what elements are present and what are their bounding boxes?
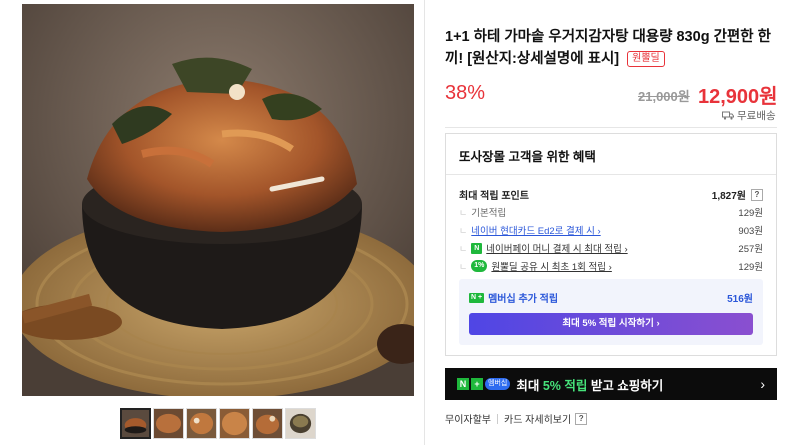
tree-branch-icon: ㄴ: [459, 261, 468, 272]
help-icon[interactable]: ?: [575, 412, 588, 425]
shipping-info: 무료배송: [722, 108, 776, 123]
product-title: 1+1 하테 가마솥 우거지감자탕 대용량 830g 간편한 한끼! [원산지:…: [445, 26, 775, 70]
tree-branch-icon: ㄴ: [459, 225, 468, 236]
discount-rate: 38%: [445, 82, 486, 104]
benefit-row-label[interactable]: 네이버 현대카드 Ed2로 결제 시 ›: [471, 223, 600, 237]
chevron-right-icon: ›: [760, 376, 765, 392]
benefit-row-label: 기본적립: [471, 208, 507, 219]
membership-start-button[interactable]: 최대 5% 적립 시작하기 ›: [469, 313, 753, 335]
thumbnail-3[interactable]: [186, 408, 217, 439]
thumbnail-2[interactable]: [153, 408, 184, 439]
benefit-row-label[interactable]: 원뿔딜 공유 시 최초 1회 적립 ›: [491, 259, 611, 273]
benefit-title: 또사장몰 고객을 위한 혜택: [459, 150, 596, 164]
benefit-box: 또사장몰 고객을 위한 혜택 최대 적립 포인트 1,827원 ? ㄴ 기본적립 …: [445, 133, 777, 356]
share-percent-icon: 1%: [471, 260, 488, 272]
benefit-row-value: 257원: [738, 244, 763, 255]
promo-text-suffix: 받고 쇼핑하기: [587, 378, 664, 393]
tree-branch-icon: ㄴ: [459, 243, 468, 254]
card-details-link[interactable]: 카드 자세히보기: [504, 411, 571, 426]
benefit-row-value: 903원: [738, 226, 763, 237]
origin-badge: 원뿔딜: [627, 51, 665, 67]
promo-text-prefix: 최대: [516, 378, 543, 393]
benefit-row-label[interactable]: 네이버페이 머니 결제 시 최대 적립 ›: [486, 241, 627, 255]
tree-branch-icon: ㄴ: [459, 207, 468, 218]
promo-text: 최대 5% 적립 받고 쇼핑하기: [516, 375, 760, 394]
benefit-row-npay[interactable]: ㄴ N 네이버페이 머니 결제 시 최대 적립 › 257원: [459, 241, 763, 255]
naver-plus-icon: N +: [469, 292, 485, 303]
max-points-label: 최대 적립 포인트: [459, 191, 529, 202]
benefit-row-value: 129원: [738, 262, 763, 273]
max-points-row: 최대 적립 포인트 1,827원 ?: [459, 187, 763, 202]
payment-links: 무이자할부 카드 자세히보기 ?: [445, 411, 588, 426]
benefit-row-card[interactable]: ㄴ 네이버 현대카드 Ed2로 결제 시 › 903원: [459, 223, 763, 238]
benefit-row-basic: ㄴ 기본적립 129원: [459, 205, 763, 220]
thumbnail-strip: [120, 408, 316, 439]
sale-price: 12,900원: [698, 86, 778, 108]
thumbnail-5[interactable]: [252, 408, 283, 439]
benefit-divider: [446, 174, 776, 175]
membership-badge: 멤버십: [485, 378, 511, 390]
membership-promo-banner[interactable]: N + 멤버십 최대 5% 적립 받고 쇼핑하기 ›: [445, 368, 777, 400]
max-points-value: 1,827원: [711, 191, 746, 202]
membership-panel: N + 멤버십 추가 적립 516원 최대 5% 적립 시작하기 ›: [459, 279, 763, 345]
thumbnail-4[interactable]: [219, 408, 250, 439]
naver-plus-membership-logo: N + 멤버십: [457, 378, 511, 390]
plus-icon: +: [471, 378, 483, 390]
product-main-image: [22, 4, 414, 396]
thumbnail-1[interactable]: [120, 408, 151, 439]
membership-value: 516원: [727, 294, 753, 305]
membership-label: 멤버십 추가 적립: [488, 294, 559, 305]
original-price: 21,000원: [638, 89, 690, 104]
benefit-row-share[interactable]: ㄴ 1% 원뿔딜 공유 시 최초 1회 적립 › 129원: [459, 259, 763, 273]
thumbnail-6[interactable]: [285, 408, 316, 439]
panel-divider: [424, 0, 425, 445]
truck-icon: [722, 111, 734, 120]
link-separator: [497, 413, 498, 424]
price-divider: [445, 127, 777, 128]
benefit-row-value: 129원: [738, 208, 763, 219]
installment-link[interactable]: 무이자할부: [445, 411, 491, 426]
naver-n-icon: N: [457, 378, 469, 390]
product-title-text: 1+1 하테 가마솥 우거지감자탕 대용량 830g 간편한 한끼! [원산지:…: [445, 29, 771, 67]
shipping-label: 무료배송: [737, 110, 776, 122]
membership-row: N + 멤버십 추가 적립 516원: [469, 290, 753, 305]
help-icon[interactable]: ?: [751, 188, 763, 201]
promo-text-highlight: 5% 적립: [542, 378, 588, 393]
naver-pay-icon: N: [471, 242, 483, 254]
